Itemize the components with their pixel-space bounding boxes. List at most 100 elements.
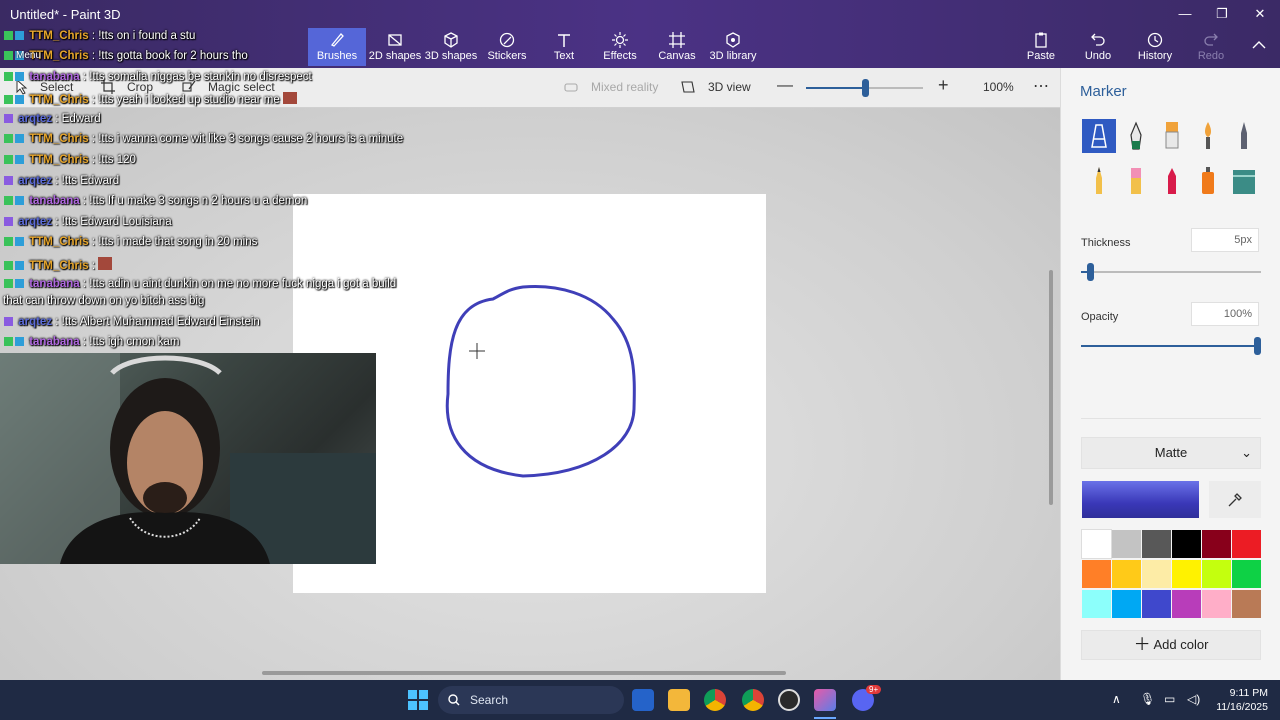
badge-icon xyxy=(4,337,13,346)
color-swatch[interactable] xyxy=(1142,590,1171,618)
vertical-scrollbar[interactable] xyxy=(1049,270,1053,505)
paste-button[interactable]: Paste xyxy=(1012,28,1070,66)
zoom-slider[interactable] xyxy=(806,79,923,97)
maximize-button[interactable]: ❐ xyxy=(1207,4,1237,24)
finish-dropdown[interactable]: Matte ⌄ xyxy=(1081,437,1261,469)
chat-message-continued: that can throw down on yo bitch ass big xyxy=(3,295,205,307)
chrome-profile-icon[interactable] xyxy=(742,689,764,711)
color-swatch[interactable] xyxy=(1112,590,1141,618)
divider xyxy=(1081,418,1261,419)
redo-button[interactable]: Redo xyxy=(1182,28,1240,66)
zoom-out-button[interactable]: — xyxy=(777,77,793,95)
badge-icon xyxy=(4,196,13,205)
3d-view-button[interactable]: 3D view xyxy=(708,80,751,94)
color-swatch[interactable] xyxy=(1232,530,1261,558)
menu-button[interactable]: Menu xyxy=(16,50,41,61)
taskbar-search[interactable]: Search xyxy=(438,686,624,714)
color-swatch[interactable] xyxy=(1232,590,1261,618)
tab-effects[interactable]: Effects xyxy=(591,28,649,66)
badge-icon xyxy=(15,261,24,270)
watercolor-button[interactable] xyxy=(1191,119,1225,153)
volume-icon[interactable]: ◁) xyxy=(1187,692,1200,706)
canvas-icon xyxy=(669,32,685,48)
undo-button[interactable]: Undo xyxy=(1069,28,1127,66)
thickness-input[interactable]: 5px xyxy=(1191,228,1259,252)
color-swatch[interactable] xyxy=(1112,530,1141,558)
windows-start-icon[interactable] xyxy=(408,690,428,710)
tab-canvas[interactable]: Canvas xyxy=(648,28,706,66)
thickness-slider-thumb[interactable] xyxy=(1087,263,1094,281)
opacity-input[interactable]: 100% xyxy=(1191,302,1259,326)
eyedropper-button[interactable] xyxy=(1209,481,1261,518)
opacity-slider-thumb[interactable] xyxy=(1254,337,1261,355)
color-swatch[interactable] xyxy=(1112,560,1141,588)
badge-icon xyxy=(4,72,13,81)
show-hidden-icons-icon[interactable]: ∧ xyxy=(1112,692,1121,706)
chat-message: tanabana : !tts somalia niggas be stanki… xyxy=(4,71,312,83)
more-options-button[interactable]: ⋯ xyxy=(1033,76,1049,96)
eraser-button[interactable] xyxy=(1119,164,1153,198)
pencil-button[interactable] xyxy=(1082,164,1116,198)
color-swatch[interactable] xyxy=(1172,530,1201,558)
chat-message: tanabana : !tts If u make 3 songs n 2 ho… xyxy=(4,195,307,207)
close-button[interactable]: ✕ xyxy=(1245,4,1275,24)
color-swatch[interactable] xyxy=(1202,560,1231,588)
color-swatch[interactable] xyxy=(1202,590,1231,618)
badge-icon xyxy=(4,31,13,40)
collapse-ribbon-icon[interactable] xyxy=(1252,40,1266,50)
color-swatch[interactable] xyxy=(1232,560,1261,588)
chat-message: TTM_Chris : !tts i made that song in 20 … xyxy=(4,236,257,248)
opacity-slider[interactable] xyxy=(1081,337,1261,355)
obs-icon[interactable] xyxy=(778,689,800,711)
tab-3d-library[interactable]: 3D library xyxy=(704,28,762,66)
pixel-pen-button[interactable] xyxy=(1227,119,1261,153)
paste-icon xyxy=(1035,32,1047,48)
color-swatch[interactable] xyxy=(1172,590,1201,618)
oil-brush-button[interactable] xyxy=(1155,119,1189,153)
system-clock[interactable]: 9:11 PM 11/16/2025 xyxy=(1216,686,1268,714)
color-swatch[interactable] xyxy=(1082,560,1111,588)
chat-message: tanabana : !tts adin u aint dunkin on me… xyxy=(4,278,396,290)
badge-icon xyxy=(4,176,13,185)
zoom-slider-thumb[interactable] xyxy=(862,79,869,97)
fill-icon xyxy=(1233,170,1255,194)
3d-shapes-icon xyxy=(444,32,458,48)
spray-can-button[interactable] xyxy=(1191,164,1225,198)
color-swatch[interactable] xyxy=(1082,590,1111,618)
badge-icon xyxy=(4,51,13,60)
color-swatch[interactable] xyxy=(1081,529,1112,559)
tab-stickers[interactable]: Stickers xyxy=(478,28,536,66)
thickness-label: Thickness xyxy=(1081,237,1131,249)
marker-brush-button[interactable] xyxy=(1082,119,1116,153)
color-swatch[interactable] xyxy=(1202,530,1231,558)
person-image xyxy=(0,353,376,564)
tab-text[interactable]: Text xyxy=(535,28,593,66)
calligraphy-pen-button[interactable] xyxy=(1119,119,1153,153)
badge-icon xyxy=(15,196,24,205)
horizontal-scrollbar[interactable] xyxy=(262,671,786,675)
mixed-reality-button[interactable]: Mixed reality xyxy=(591,80,658,94)
pencil-icon xyxy=(1096,167,1102,194)
file-explorer-icon[interactable] xyxy=(668,689,690,711)
fill-button[interactable] xyxy=(1227,164,1261,198)
thickness-slider[interactable] xyxy=(1081,263,1261,281)
crayon-button[interactable] xyxy=(1155,164,1189,198)
paint-3d-icon[interactable] xyxy=(814,689,836,711)
current-color-swatch[interactable] xyxy=(1082,481,1199,518)
zoom-in-button[interactable]: + xyxy=(938,75,949,96)
color-swatch[interactable] xyxy=(1142,530,1171,558)
microphone-icon[interactable]: 🎙 xyxy=(1140,692,1155,706)
date: 11/16/2025 xyxy=(1216,701,1268,713)
color-swatch[interactable] xyxy=(1172,560,1201,588)
chrome-icon[interactable] xyxy=(704,689,726,711)
network-icon[interactable]: ▭ xyxy=(1164,692,1175,706)
badge-icon xyxy=(15,95,24,104)
color-swatch[interactable] xyxy=(1142,560,1171,588)
history-button[interactable]: History xyxy=(1126,28,1184,66)
add-color-button[interactable]: ＋ Add color xyxy=(1081,630,1261,660)
minimize-button[interactable]: — xyxy=(1170,4,1200,24)
tab-label: Text xyxy=(553,50,575,62)
plus-icon: ＋ xyxy=(1133,635,1151,654)
store-icon[interactable] xyxy=(632,689,654,711)
badge-icon xyxy=(15,134,24,143)
